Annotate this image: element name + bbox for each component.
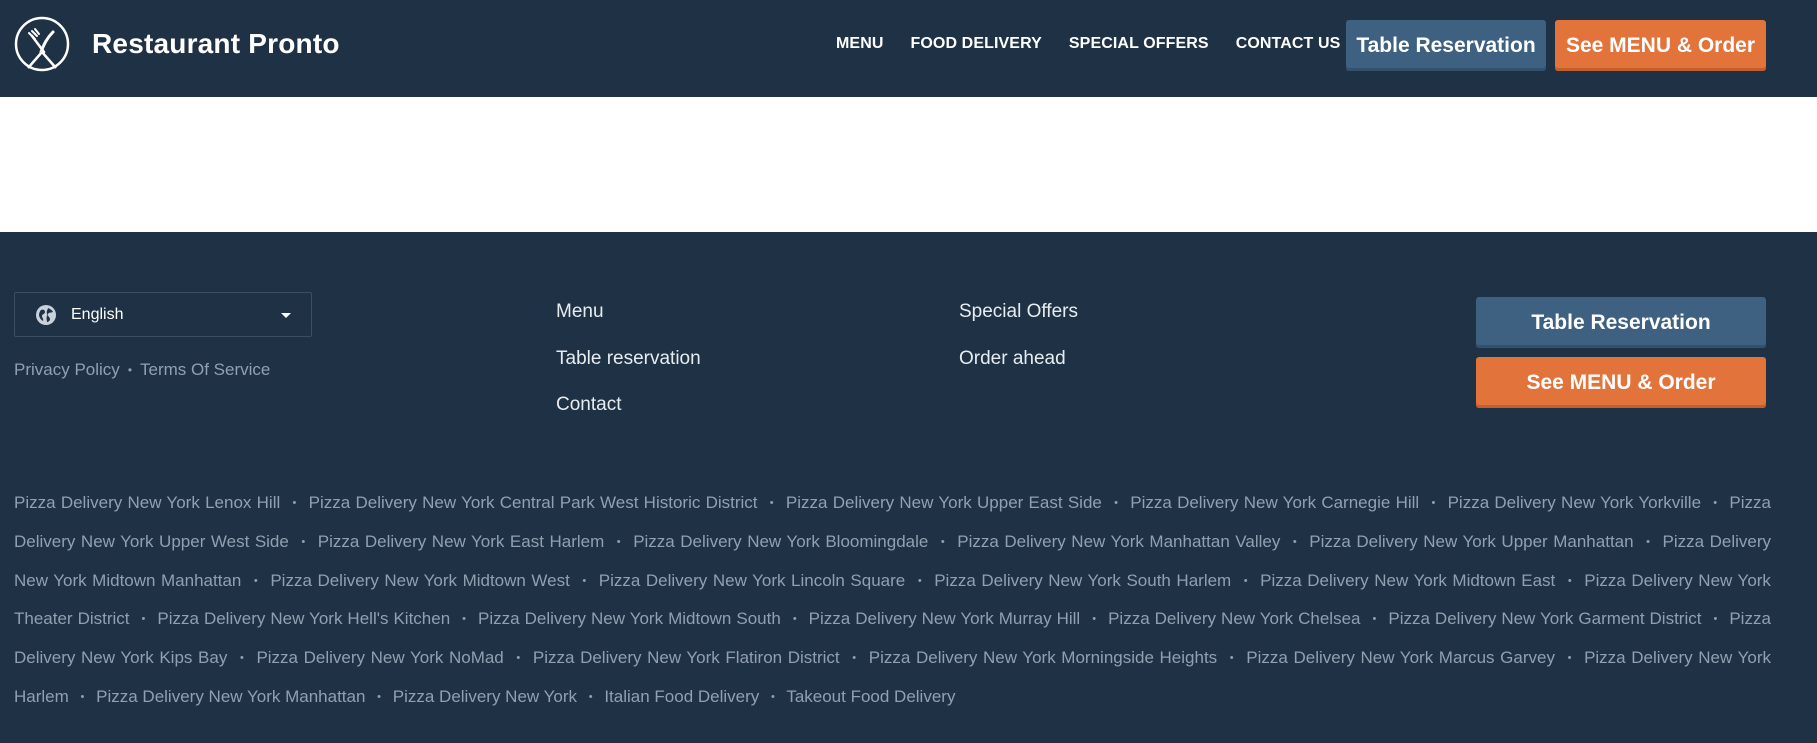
separator-dot: • <box>769 497 774 509</box>
nav-contact-us[interactable]: CONTACT US <box>1236 35 1341 53</box>
header-table-reservation-button[interactable]: Table Reservation <box>1346 20 1546 71</box>
delivery-area-link[interactable]: Pizza Delivery New York Garment District <box>1388 609 1701 628</box>
delivery-area-link[interactable]: Pizza Delivery New York Midtown South <box>478 609 781 628</box>
delivery-area-link[interactable]: Pizza Delivery New York Midtown East <box>1260 571 1555 590</box>
separator-dot: • <box>792 613 797 626</box>
separator-dot: • <box>253 574 258 587</box>
separator-dot: • <box>1567 574 1572 587</box>
nav-special-offers[interactable]: SPECIAL OFFERS <box>1069 35 1209 53</box>
separator-dot: • <box>1243 574 1248 587</box>
chevron-down-icon <box>281 313 291 318</box>
nav-menu[interactable]: MENU <box>836 35 884 53</box>
delivery-area-link[interactable]: Pizza Delivery New York Murray Hill <box>809 609 1081 628</box>
delivery-area-link[interactable]: Pizza Delivery New York Central Park Wes… <box>309 493 758 512</box>
separator-dot: • <box>292 497 297 509</box>
footer-table-reservation-button[interactable]: Table Reservation <box>1476 297 1766 348</box>
separator-dot: • <box>1372 613 1377 626</box>
delivery-area-link[interactable]: Pizza Delivery New York Morningside Heig… <box>869 648 1217 667</box>
top-navigation: MENU FOOD DELIVERY SPECIAL OFFERS CONTAC… <box>836 35 1367 53</box>
delivery-area-link[interactable]: Pizza Delivery New York Midtown West <box>270 571 570 590</box>
separator-dot: • <box>917 574 922 587</box>
delivery-area-link[interactable]: Pizza Delivery New York South Harlem <box>934 571 1231 590</box>
delivery-area-link[interactable]: Pizza Delivery New York Flatiron Distric… <box>533 648 840 667</box>
legal-links: Privacy Policy • Terms Of Service <box>14 360 270 380</box>
terms-of-service-link[interactable]: Terms Of Service <box>140 360 270 380</box>
language-select[interactable]: English <box>14 292 312 337</box>
separator-dot: • <box>141 613 146 626</box>
separator-dot: • <box>80 690 85 703</box>
header-see-menu-order-button[interactable]: See MENU & Order <box>1555 20 1766 71</box>
footer-link-contact[interactable]: Contact <box>556 393 701 440</box>
delivery-area-link[interactable]: Pizza Delivery New York Yorkville <box>1448 493 1701 512</box>
brand-name: Restaurant Pronto <box>92 28 340 59</box>
fork-knife-logo-icon <box>14 16 70 72</box>
delivery-area-link[interactable]: Pizza Delivery New York Chelsea <box>1108 609 1360 628</box>
delivery-area-link[interactable]: Pizza Delivery New York Manhattan Valley <box>957 532 1280 551</box>
globe-icon <box>36 304 56 325</box>
delivery-area-link[interactable]: Pizza Delivery New York Lenox Hill <box>14 493 280 512</box>
footer-links-column-1: Menu Table reservation Contact <box>556 300 701 440</box>
separator-dot: • <box>462 613 467 626</box>
footer-link-special-offers[interactable]: Special Offers <box>959 300 1078 347</box>
delivery-area-link[interactable]: Pizza Delivery New York Marcus Garvey <box>1246 648 1555 667</box>
language-label: English <box>71 305 124 323</box>
separator-dot: • <box>1646 535 1650 548</box>
delivery-area-link[interactable]: Pizza Delivery New York NoMad <box>256 648 503 667</box>
content-area <box>0 97 1817 232</box>
separator-dot: • <box>239 652 244 665</box>
delivery-area-link[interactable]: Pizza Delivery New York <box>393 687 577 706</box>
separator-dot: • <box>377 690 382 703</box>
delivery-area-link[interactable]: Pizza Delivery New York Carnegie Hill <box>1130 493 1419 512</box>
site-header: Restaurant Pronto MENU FOOD DELIVERY SPE… <box>0 0 1817 97</box>
separator-dot: • <box>1431 497 1436 509</box>
separator-dot: • <box>582 574 587 587</box>
footer-links-column-2: Special Offers Order ahead <box>959 300 1078 393</box>
delivery-area-link[interactable]: Pizza Delivery New York Lincoln Square <box>599 571 905 590</box>
footer-see-menu-order-button[interactable]: See MENU & Order <box>1476 357 1766 408</box>
nav-food-delivery[interactable]: FOOD DELIVERY <box>911 35 1042 53</box>
delivery-areas-list: Pizza Delivery New York Lenox Hill • Piz… <box>14 484 1771 717</box>
delivery-area-link[interactable]: Pizza Delivery New York Upper Manhattan <box>1309 532 1633 551</box>
separator-dot: • <box>1229 652 1234 665</box>
delivery-area-link[interactable]: Pizza Delivery New York Manhattan <box>96 687 365 706</box>
separator-dot: • <box>301 535 306 548</box>
delivery-area-link[interactable]: Pizza Delivery New York Hell's Kitchen <box>157 609 450 628</box>
separator-dot: • <box>516 652 521 665</box>
separator-dot: • <box>1092 613 1097 626</box>
separator-dot: • <box>1292 535 1297 548</box>
delivery-area-link[interactable]: Pizza Delivery New York East Harlem <box>318 532 604 551</box>
separator-dot: • <box>588 690 593 703</box>
delivery-area-link[interactable]: Pizza Delivery New York Bloomingdale <box>633 532 928 551</box>
privacy-policy-link[interactable]: Privacy Policy <box>14 360 120 380</box>
delivery-area-link[interactable]: Italian Food Delivery <box>604 687 759 706</box>
footer-link-order-ahead[interactable]: Order ahead <box>959 347 1078 394</box>
footer-link-table-reservation[interactable]: Table reservation <box>556 347 701 394</box>
separator-dot: • <box>940 535 945 548</box>
separator-dot: • <box>852 652 857 665</box>
brand[interactable]: Restaurant Pronto <box>14 16 340 72</box>
separator-dot: • <box>127 363 133 377</box>
delivery-area-link[interactable]: Takeout Food Delivery <box>786 687 955 706</box>
separator-dot: • <box>1713 497 1718 509</box>
footer-link-menu[interactable]: Menu <box>556 300 701 347</box>
separator-dot: • <box>1114 497 1118 509</box>
separator-dot: • <box>616 535 621 548</box>
separator-dot: • <box>1713 613 1718 626</box>
delivery-area-link[interactable]: Pizza Delivery New York Upper East Side <box>786 493 1102 512</box>
separator-dot: • <box>771 690 775 703</box>
separator-dot: • <box>1567 652 1572 665</box>
